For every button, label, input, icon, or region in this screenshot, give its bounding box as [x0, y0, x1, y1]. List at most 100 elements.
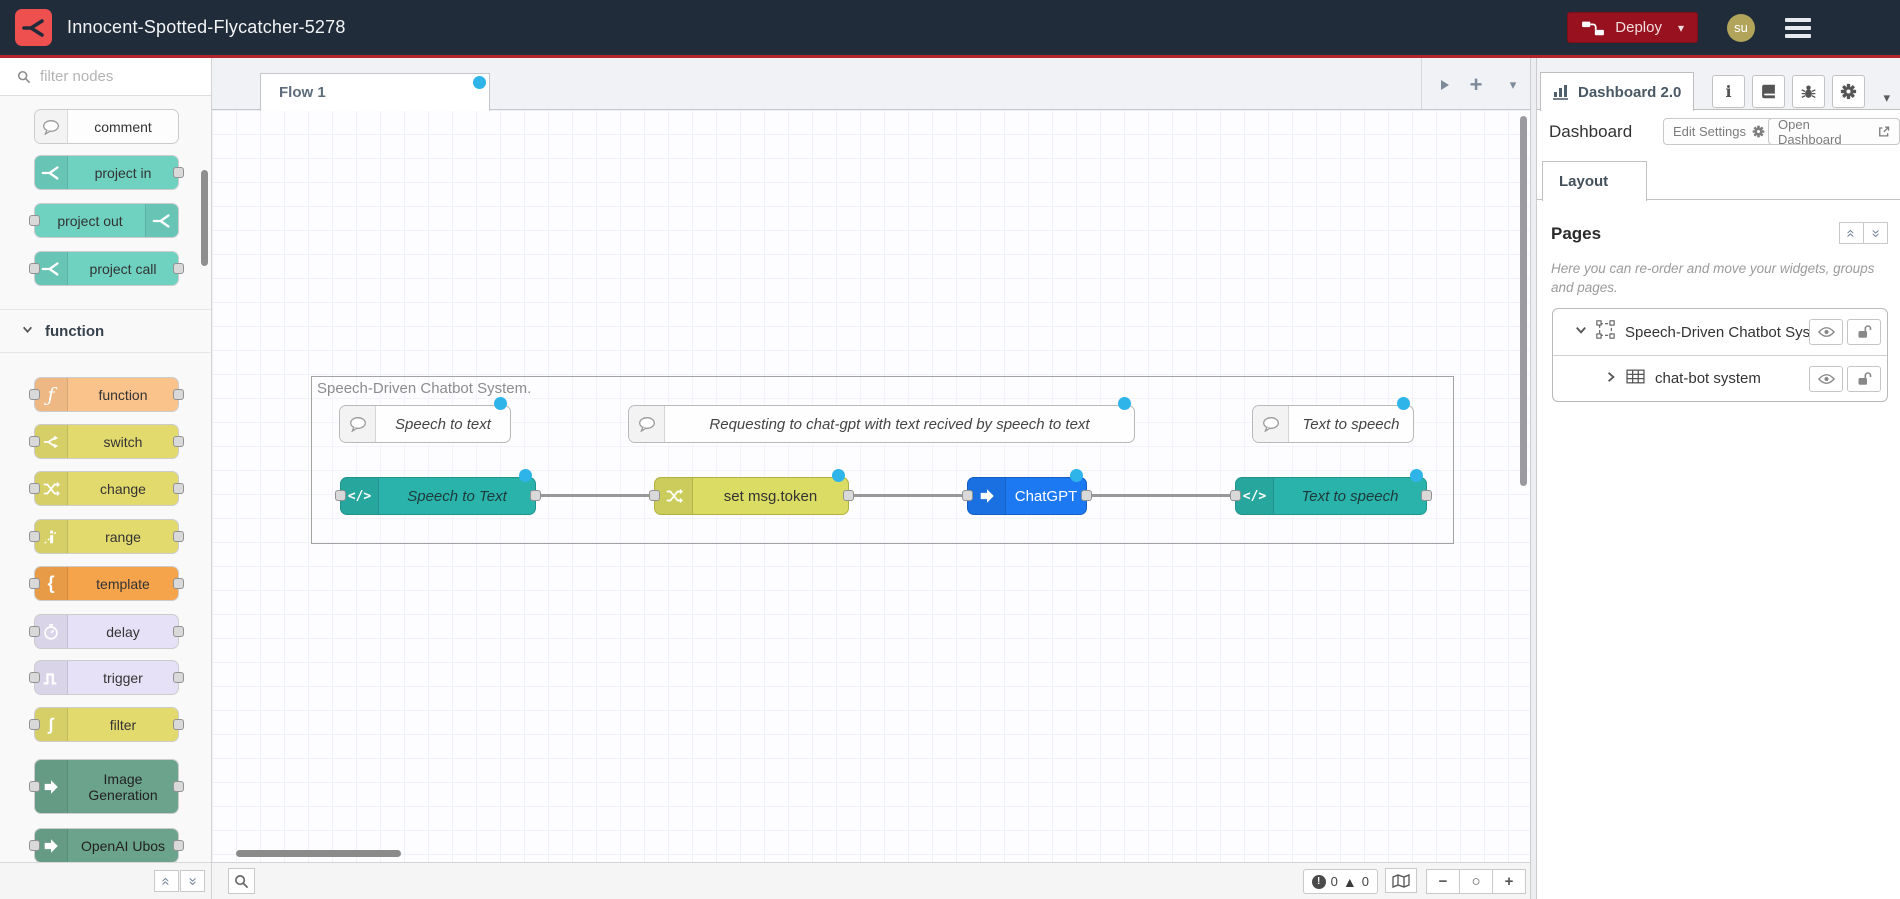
palette-scrollbar-thumb[interactable] — [201, 170, 208, 266]
palette-node-image-generation[interactable]: Image Generation — [29, 760, 184, 813]
palette-node-comment[interactable]: comment — [35, 110, 178, 143]
page-row-chat-bot-system[interactable]: chat-bot system — [1553, 355, 1887, 401]
node-label: Text to speech — [1302, 415, 1400, 433]
node-input-port — [29, 435, 40, 447]
flow-canvas[interactable]: Speech-Driven Chatbot System. Speech to … — [212, 110, 1530, 862]
sidebar-splitter[interactable] — [1530, 58, 1537, 899]
node-output-port[interactable] — [1081, 490, 1092, 501]
change-icon — [655, 478, 693, 514]
comment-node-requesting[interactable]: Requesting to chat-gpt with text recived… — [629, 397, 1134, 442]
deploy-button[interactable]: Deploy ▾ — [1567, 12, 1698, 43]
wire[interactable] — [848, 494, 968, 497]
error-icon: ! — [1311, 874, 1326, 889]
double-chevron-down-icon: « — [1867, 228, 1884, 238]
gear-icon — [1752, 125, 1765, 138]
sidebar-menu-caret[interactable]: ▾ — [1883, 90, 1890, 106]
node-speech-to-text[interactable]: </> Speech to Text — [335, 469, 541, 514]
expand-all-button[interactable]: « — [180, 870, 205, 892]
filter-nodes-input[interactable] — [40, 68, 190, 85]
collapse-all-button[interactable]: « — [154, 870, 179, 892]
code-icon: </> — [1236, 478, 1274, 514]
arrow-icon — [968, 478, 1006, 514]
node-input-port[interactable] — [1230, 490, 1241, 501]
layout-tab-label: Layout — [1559, 173, 1609, 190]
node-chatgpt[interactable]: ChatGPT — [962, 469, 1092, 514]
user-avatar[interactable]: su — [1727, 13, 1755, 42]
palette-node-project-out[interactable]: project out — [29, 204, 178, 237]
help-tab-button[interactable] — [1752, 75, 1785, 108]
flow-group[interactable]: Speech-Driven Chatbot System. — [311, 376, 1454, 544]
palette-node-filter[interactable]: ∫ filter — [29, 708, 184, 741]
palette-node-change[interactable]: change — [29, 472, 184, 505]
node-input-port — [29, 262, 40, 274]
open-dashboard-button[interactable]: Open Dashboard — [1768, 117, 1900, 147]
palette-node-openai-ubos[interactable]: OpenAI Ubos — [29, 829, 184, 862]
zoom-in-button[interactable]: + — [1492, 869, 1526, 894]
navigator-button[interactable] — [1385, 868, 1417, 893]
palette-node-range[interactable]: range — [29, 520, 184, 553]
wire[interactable] — [535, 494, 655, 497]
add-flow-button[interactable]: + — [1463, 72, 1489, 98]
palette-node-delay[interactable]: delay — [29, 615, 184, 648]
pages-tree: Speech-Driven Chatbot System chat-bot sy… — [1552, 308, 1888, 402]
pages-help-text: Here you can re-order and move your widg… — [1551, 261, 1875, 295]
toggle-lock-button[interactable] — [1847, 319, 1881, 345]
palette-node-function[interactable]: ƒ function — [29, 378, 184, 411]
move-up-button[interactable]: « — [1839, 222, 1864, 244]
tab-flow-1[interactable]: Flow 1 — [260, 73, 490, 111]
config-tab-button[interactable] — [1832, 75, 1865, 108]
comment-icon — [340, 406, 376, 442]
node-input-port — [29, 577, 40, 589]
palette-node-label: project in — [94, 164, 152, 181]
node-output-port[interactable] — [843, 490, 854, 501]
double-chevron-up-icon: « — [1843, 228, 1860, 238]
node-input-port[interactable] — [649, 490, 660, 501]
changed-indicator — [1397, 397, 1410, 410]
zoom-reset-button[interactable]: ○ — [1459, 869, 1493, 894]
node-input-port[interactable] — [962, 490, 973, 501]
flow-tabbar: Flow 1 + ▾ — [212, 58, 1530, 111]
toggle-lock-button[interactable] — [1847, 366, 1881, 392]
node-output-port — [173, 262, 184, 274]
tab-dashboard-2[interactable]: Dashboard 2.0 — [1540, 72, 1695, 111]
tab-layout[interactable]: Layout — [1542, 161, 1647, 201]
zoom-controls: − ○ + — [1426, 869, 1526, 894]
node-output-port[interactable] — [1421, 490, 1432, 501]
info-tab-button[interactable]: i — [1712, 75, 1745, 108]
canvas-vertical-scrollbar-thumb[interactable] — [1520, 116, 1527, 486]
deploy-caret-icon[interactable]: ▾ — [1678, 21, 1684, 35]
next-tab-button[interactable] — [1432, 72, 1458, 98]
search-icon — [235, 874, 249, 888]
header-accent-line — [0, 55, 1900, 58]
palette-node-trigger[interactable]: trigger — [29, 661, 184, 694]
edit-settings-button[interactable]: Edit Settings — [1663, 118, 1775, 145]
node-input-port[interactable] — [335, 490, 346, 501]
comment-node-speech-to-text[interactable]: Speech to text — [340, 397, 510, 442]
wire[interactable] — [1086, 494, 1236, 497]
node-red-app: Innocent-Spotted-Flycatcher-5278 Deploy … — [0, 0, 1900, 899]
toggle-visibility-button[interactable] — [1809, 366, 1843, 392]
main-menu-icon[interactable] — [1785, 17, 1811, 38]
palette-node-template[interactable]: { template — [29, 567, 184, 600]
palette-node-label: trigger — [103, 669, 143, 686]
palette-node-project-call[interactable]: project call — [29, 252, 184, 285]
move-down-button[interactable]: « — [1863, 222, 1888, 244]
canvas-horizontal-scrollbar-thumb[interactable] — [236, 850, 401, 857]
flow-list-dropdown[interactable]: ▾ — [1500, 72, 1526, 98]
node-output-port[interactable] — [530, 490, 541, 501]
palette-category-function[interactable]: function — [0, 309, 211, 353]
page-row-speech-driven-chatbot[interactable]: Speech-Driven Chatbot System — [1553, 309, 1887, 355]
chevron-right-icon[interactable] — [1605, 370, 1617, 388]
debug-tab-button[interactable] — [1792, 75, 1825, 108]
node-text-to-speech[interactable]: </> Text to speech — [1230, 469, 1432, 514]
canvas-search-button[interactable] — [228, 868, 255, 894]
flow-status[interactable]: ! 0 ▲ 0 — [1302, 869, 1378, 894]
palette-node-switch[interactable]: switch — [29, 425, 184, 458]
node-set-msg-token[interactable]: set msg.token — [649, 469, 854, 514]
chevron-down-icon[interactable] — [1575, 323, 1587, 341]
pages-section-title: Pages — [1551, 224, 1602, 243]
palette-node-project-in[interactable]: project in — [35, 156, 184, 189]
comment-node-text-to-speech[interactable]: Text to speech — [1253, 397, 1413, 442]
toggle-visibility-button[interactable] — [1809, 319, 1843, 345]
zoom-out-button[interactable]: − — [1426, 869, 1460, 894]
